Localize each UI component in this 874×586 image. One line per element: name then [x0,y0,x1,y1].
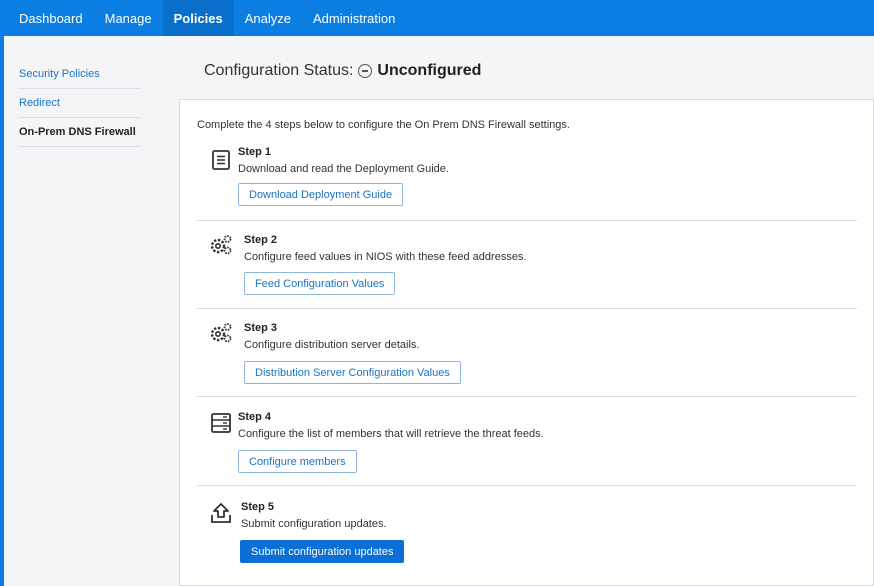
intro-text: Complete the 4 steps below to configure … [197,119,570,131]
configure-members-button[interactable]: Configure members [238,450,357,473]
step-2-description: Configure feed values in NIOS with these… [244,251,527,263]
step-1-title: Step 1 [238,146,272,158]
step-4: Step 4 Configure the list of members tha… [197,397,857,486]
step-5-description: Submit configuration updates. [241,518,387,530]
step-2-title: Step 2 [244,234,278,246]
distribution-server-configuration-values-button[interactable]: Distribution Server Configuration Values [244,361,461,384]
upload-tray-icon [211,503,231,523]
status-value: Unconfigured [377,62,482,79]
feed-configuration-values-button[interactable]: Feed Configuration Values [244,272,396,295]
step-2: Step 2 Configure feed values in NIOS wit… [197,221,857,309]
gears-icon [210,235,232,255]
step-1: Step 1 Download and read the Deployment … [197,139,857,221]
submit-configuration-updates-button[interactable]: Submit configuration updates [240,540,405,563]
nav-analyze[interactable]: Analyze [234,0,302,36]
document-icon [212,150,230,170]
minus-circle-icon [358,64,373,78]
sidebar: Security Policies Redirect On-Prem DNS F… [18,60,140,147]
sidebar-item-security-policies[interactable]: Security Policies [18,60,140,89]
nav-manage[interactable]: Manage [94,0,163,36]
gears-icon [210,323,232,343]
nav-administration[interactable]: Administration [302,0,406,36]
status-prefix: Configuration Status: [204,62,354,79]
step-3: Step 3 Configure distribution server det… [197,309,857,397]
page-title: Configuration Status: Unconfigured [204,62,481,80]
step-1-description: Download and read the Deployment Guide. [238,163,449,175]
top-nav: Dashboard Manage Policies Analyze Admini… [0,0,874,36]
step-3-title: Step 3 [244,322,278,334]
sidebar-item-on-prem-dns-firewall[interactable]: On-Prem DNS Firewall [18,118,140,147]
sidebar-item-redirect[interactable]: Redirect [18,89,140,118]
step-4-description: Configure the list of members that will … [238,428,544,440]
step-4-title: Step 4 [238,411,272,423]
download-deployment-guide-button[interactable]: Download Deployment Guide [238,183,404,206]
step-5-title: Step 5 [241,501,275,513]
step-5: Step 5 Submit configuration updates. Sub… [197,486,857,576]
server-icon [211,413,231,433]
left-edge-bar [0,36,4,586]
step-3-description: Configure distribution server details. [244,339,420,351]
nav-dashboard[interactable]: Dashboard [8,0,94,36]
nav-policies[interactable]: Policies [162,0,234,36]
config-panel: Complete the 4 steps below to configure … [179,99,874,586]
